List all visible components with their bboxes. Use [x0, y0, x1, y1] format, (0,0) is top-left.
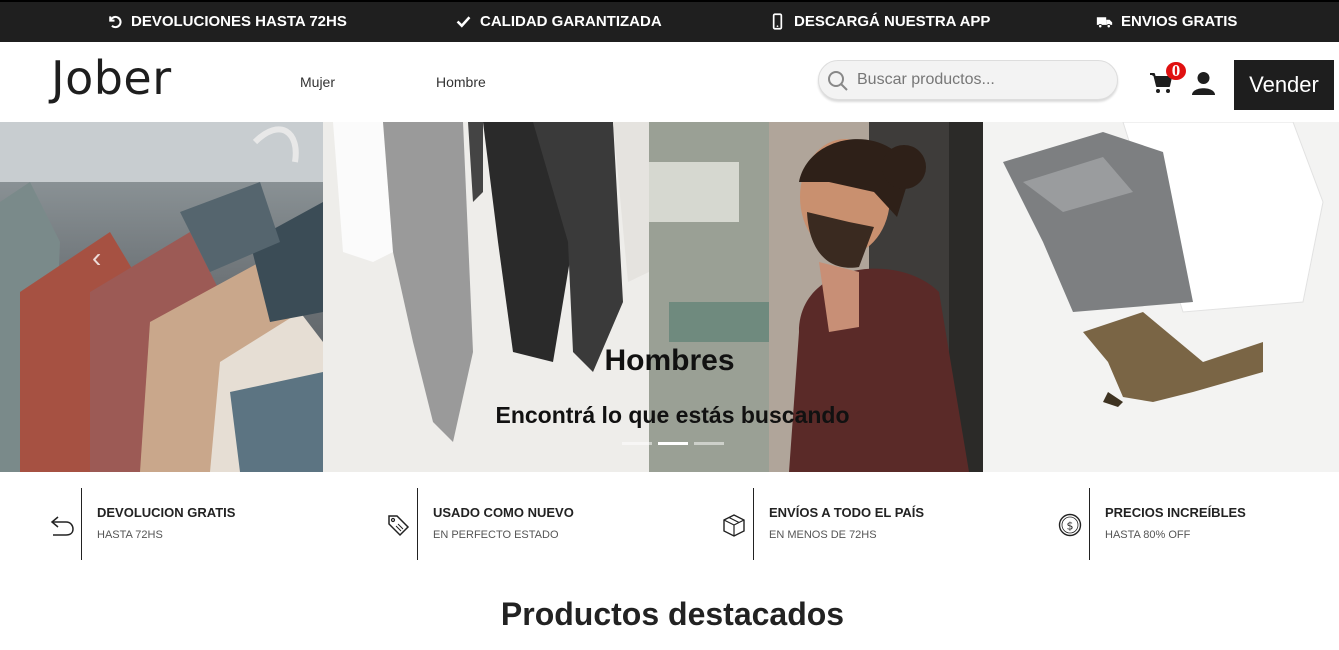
- feature-title: PRECIOS INCREÍBLES: [1105, 505, 1246, 520]
- cart-count-badge: 0: [1166, 62, 1186, 80]
- feature-title: DEVOLUCION GRATIS: [97, 505, 236, 520]
- announcement-bar: DEVOLUCIONES HASTA 72HS CALIDAD GARANTIZ…: [0, 0, 1339, 42]
- announcement-app[interactable]: DESCARGÁ NUESTRA APP: [769, 13, 990, 30]
- announcement-label: CALIDAD GARANTIZADA: [480, 13, 662, 30]
- box-icon: [723, 514, 745, 537]
- dollar-coin-icon: $: [1058, 513, 1082, 537]
- feature-subtitle: HASTA 72HS: [97, 529, 163, 541]
- announcement-returns: DEVOLUCIONES HASTA 72HS: [106, 13, 347, 30]
- nav-link-mujer[interactable]: Mujer: [300, 74, 335, 90]
- featured-products-heading: Productos destacados: [500, 596, 845, 632]
- feature-subtitle: HASTA 80% OFF: [1105, 529, 1191, 541]
- hero-subtitle: Encontrá lo que estás buscando: [495, 402, 850, 428]
- user-icon[interactable]: [1192, 71, 1215, 95]
- feature-subtitle: EN PERFECTO ESTADO: [433, 529, 559, 541]
- logo[interactable]: Jober: [51, 51, 172, 105]
- announcement-label: DESCARGÁ NUESTRA APP: [794, 13, 991, 30]
- sell-button[interactable]: Vender: [1234, 60, 1334, 110]
- search-icon[interactable]: [827, 70, 849, 92]
- carousel-dot-1[interactable]: [622, 442, 652, 445]
- truck-icon: [1096, 17, 1113, 29]
- svg-text:$: $: [1067, 520, 1074, 533]
- announcement-label: DEVOLUCIONES HASTA 72HS: [131, 13, 347, 30]
- hero-carousel[interactable]: ‹ Hombres Encontrá lo que estás buscando: [0, 122, 1339, 472]
- search-box[interactable]: [818, 60, 1118, 100]
- feature-title: ENVÍOS A TODO EL PAÍS: [769, 505, 925, 520]
- feature-divider: [753, 488, 754, 560]
- carousel-dot-3[interactable]: [694, 442, 724, 445]
- announcement-label: ENVIOS GRATIS: [1121, 13, 1238, 30]
- feature-divider: [1089, 488, 1090, 560]
- search-input[interactable]: [857, 61, 1107, 99]
- announcement-shipping: ENVIOS GRATIS: [1096, 13, 1237, 30]
- feature-title: USADO COMO NUEVO: [433, 505, 574, 520]
- feature-divider: [81, 488, 82, 560]
- check-icon: [456, 16, 471, 28]
- nav-link-hombre[interactable]: Hombre: [436, 74, 486, 90]
- undo-icon: [109, 15, 122, 29]
- feature-subtitle: EN MENOS DE 72HS: [769, 529, 877, 541]
- carousel-indicators: [622, 442, 724, 445]
- hero-title: Hombres: [604, 344, 735, 377]
- price-tag-icon: [388, 515, 410, 537]
- feature-divider: [417, 488, 418, 560]
- announcement-quality: CALIDAD GARANTIZADA: [455, 13, 662, 30]
- carousel-prev-icon[interactable]: ‹: [92, 242, 101, 274]
- site-header: Jober Mujer Hombre 0 Vender: [0, 42, 1339, 122]
- carousel-dot-2[interactable]: [658, 442, 688, 445]
- mobile-phone-icon: [772, 13, 783, 30]
- return-arrow-icon: [50, 516, 74, 536]
